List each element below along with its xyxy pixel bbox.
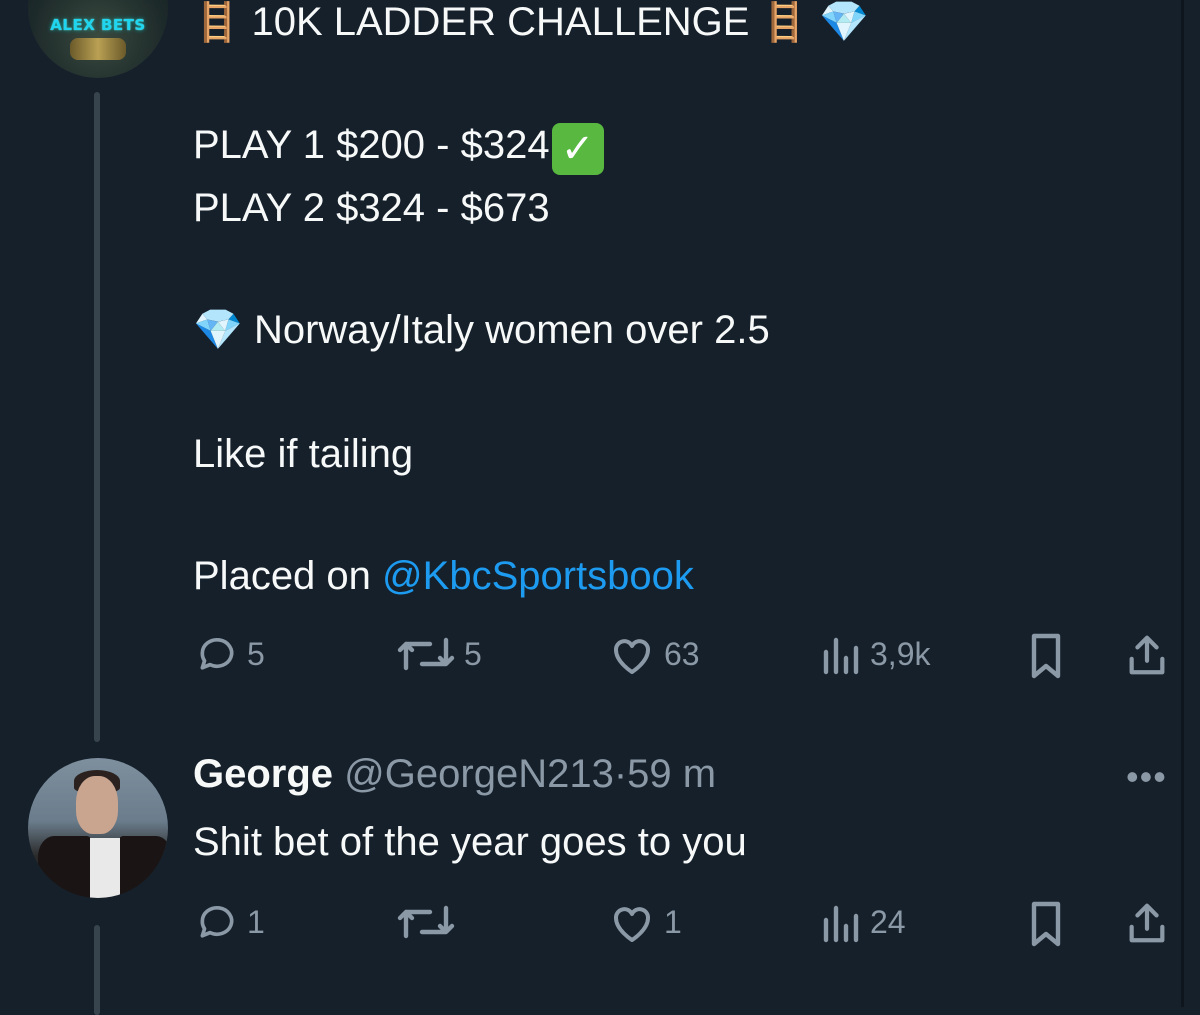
reply-icon <box>200 906 234 938</box>
views-icon <box>823 637 859 675</box>
share-icon <box>1129 635 1165 675</box>
like-button[interactable]: 63 <box>608 632 700 676</box>
author-avatar[interactable]: ALEX BETS <box>28 0 168 78</box>
scroll-edge <box>1181 0 1184 1007</box>
views-button[interactable]: 24 <box>818 900 906 944</box>
diamond-icon: 💎 <box>819 0 869 45</box>
bookmark-icon <box>1031 633 1061 679</box>
bookmark-icon <box>1031 901 1061 947</box>
reply-button[interactable]: 5 <box>195 632 265 676</box>
retweet-icon <box>397 905 455 939</box>
retweet-button[interactable] <box>396 900 464 944</box>
tweet-play-1: PLAY 1 $200 - $324 <box>193 123 550 167</box>
ladder-icon: 🪜 <box>760 0 808 44</box>
reply-author-handle[interactable]: @GeorgeN213 <box>344 752 614 796</box>
tweet-placed-prefix: Placed on <box>193 554 383 598</box>
reply-header: George @GeorgeN213·59 m <box>193 752 716 797</box>
views-icon <box>823 905 859 943</box>
reply-separator: · <box>613 752 628 796</box>
avatar-jacket-graphic <box>118 836 168 898</box>
sportsbook-mention-link[interactable]: @KbcSportsbook <box>382 554 694 598</box>
share-icon <box>1129 903 1165 943</box>
check-mark-icon: ✓ <box>551 123 604 175</box>
reply-count: 1 <box>247 903 265 940</box>
tweet-play-1-line: PLAY 1 $200 - $324 ✓ <box>193 121 604 175</box>
tweet-cta: Like if tailing <box>193 432 414 476</box>
tweet-play-2: PLAY 2 $324 - $673 <box>193 186 550 230</box>
avatar-jacket-graphic <box>38 836 92 898</box>
tweet-title: 10K LADDER CHALLENGE <box>251 0 750 44</box>
tweet-action-bar: 5 5 63 3,9k <box>0 632 1200 682</box>
heart-icon <box>614 639 650 674</box>
bookmark-button[interactable] <box>1024 900 1068 948</box>
reply-icon <box>200 638 234 670</box>
avatar-logo-text: ALEX BETS <box>50 16 146 34</box>
reply-count: 5 <box>247 635 265 672</box>
retweet-button[interactable]: 5 <box>396 632 482 676</box>
heart-icon <box>614 907 650 942</box>
like-button[interactable]: 1 <box>608 900 682 944</box>
avatar-shirt-graphic <box>90 838 120 898</box>
tweet-pick-line: 💎 Norway/Italy women over 2.5 <box>193 306 770 354</box>
thread-line <box>94 925 100 1015</box>
diamond-icon: 💎 <box>193 307 243 353</box>
ladder-icon: 🪜 <box>193 0 241 44</box>
tweet-title-line: 🪜 10K LADDER CHALLENGE 🪜 💎 <box>193 0 869 46</box>
retweet-icon <box>397 637 455 671</box>
share-button[interactable] <box>1124 632 1170 678</box>
reply-timestamp[interactable]: 59 m <box>627 752 716 796</box>
avatar-belt-graphic <box>70 38 126 60</box>
share-button[interactable] <box>1124 900 1170 946</box>
tweet-placed-line: Placed on @KbcSportsbook <box>193 552 694 600</box>
views-count: 3,9k <box>870 635 931 672</box>
avatar-face-graphic <box>76 776 118 834</box>
reply-action-bar: 1 1 24 <box>0 900 1200 950</box>
like-count: 63 <box>664 635 700 672</box>
retweet-count: 5 <box>464 635 482 672</box>
reply-author-name[interactable]: George <box>193 752 333 796</box>
views-count: 24 <box>870 903 906 940</box>
reply-text: Shit bet of the year goes to you <box>193 820 747 864</box>
reply-author-avatar[interactable] <box>28 758 168 898</box>
reply-button[interactable]: 1 <box>195 900 265 944</box>
like-count: 1 <box>664 903 682 940</box>
tweet-pick: Norway/Italy women over 2.5 <box>253 308 770 352</box>
views-button[interactable]: 3,9k <box>818 632 930 676</box>
bookmark-button[interactable] <box>1024 632 1068 680</box>
more-options-button[interactable]: ••• <box>1126 759 1167 795</box>
